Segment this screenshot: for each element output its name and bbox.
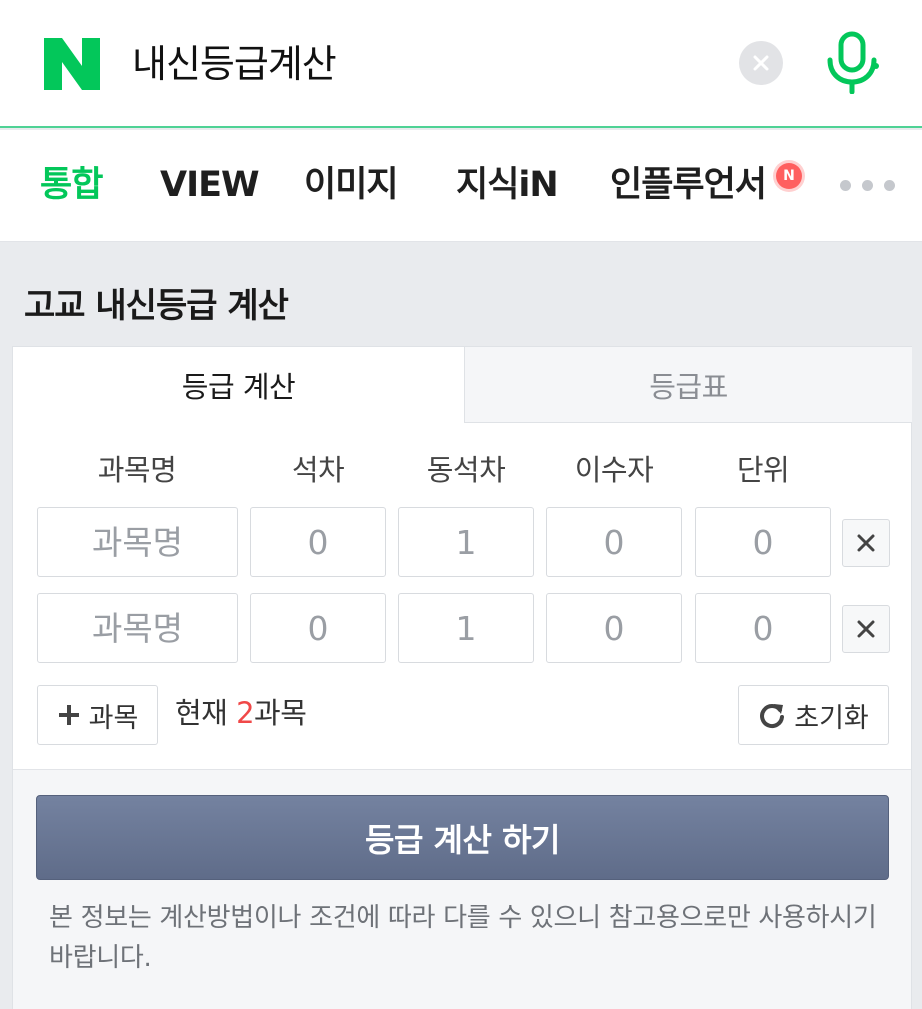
- subject-name-input[interactable]: [37, 507, 238, 577]
- add-subject-button[interactable]: 과목: [37, 685, 158, 745]
- tied-rank-input[interactable]: [398, 593, 534, 663]
- clear-search-button[interactable]: [739, 41, 783, 85]
- tab-images[interactable]: 이미지: [304, 162, 399, 208]
- tab-view[interactable]: VIEW: [160, 162, 260, 208]
- subject-count-prefix: 현재: [175, 696, 237, 730]
- search-header: 내신등급계산: [0, 0, 922, 128]
- new-badge: N: [776, 163, 802, 189]
- tied-rank-input[interactable]: [398, 507, 534, 577]
- refresh-icon: [760, 704, 785, 729]
- column-header-students: 이수자: [574, 453, 654, 487]
- close-icon: [857, 534, 875, 552]
- delete-row-button[interactable]: [842, 605, 890, 653]
- search-query-text[interactable]: 내신등급계산: [132, 36, 337, 92]
- delete-row-button[interactable]: [842, 519, 890, 567]
- tab-knowledge-in[interactable]: 지식iN: [456, 162, 559, 208]
- close-icon: [857, 620, 875, 638]
- add-subject-label: 과목: [88, 702, 139, 734]
- units-input[interactable]: [695, 507, 831, 577]
- search-tabs: 통합 VIEW 이미지 지식iN 인플루언서 N: [0, 130, 922, 242]
- section-title: 고교 내신등급 계산: [24, 286, 289, 326]
- naver-logo-icon[interactable]: [44, 38, 100, 90]
- disclaimer-notice: 본 정보는 계산방법이나 조건에 따라 다를 수 있으니 참고용으로만 사용하시…: [49, 903, 877, 973]
- tab-integrated[interactable]: 통합: [40, 162, 103, 208]
- tab-influencer[interactable]: 인플루언서: [610, 162, 767, 208]
- calculate-grade-button[interactable]: 등급 계산 하기: [36, 795, 889, 880]
- reset-label: 초기화: [794, 702, 869, 734]
- rank-input[interactable]: [250, 507, 386, 577]
- rank-input[interactable]: [250, 593, 386, 663]
- units-input[interactable]: [695, 593, 831, 663]
- calculator-footer: 등급 계산 하기 본 정보는 계산방법이나 조건에 따라 다를 수 있으니 참고…: [13, 769, 911, 1009]
- plus-icon: [58, 705, 79, 725]
- students-input[interactable]: [546, 593, 682, 663]
- microphone-icon: [827, 31, 879, 95]
- reset-button[interactable]: 초기화: [738, 685, 889, 745]
- subject-count-value: 2: [236, 696, 255, 730]
- students-input[interactable]: [546, 507, 682, 577]
- subject-name-input[interactable]: [37, 593, 238, 663]
- close-icon: [753, 55, 769, 71]
- voice-search-button[interactable]: [822, 30, 882, 95]
- more-tabs-icon[interactable]: [840, 180, 900, 192]
- subject-count-suffix: 과목: [254, 696, 307, 730]
- subject-count: 현재 2과목: [175, 693, 307, 733]
- column-header-rank: 석차: [291, 453, 345, 487]
- column-header-units: 단위: [736, 453, 790, 487]
- tab-grade-table[interactable]: 등급표: [464, 347, 912, 423]
- grade-calculator-card: 등급 계산 등급표 과목명 석차 동석차 이수자 단위 과목 현재 2과목 초: [12, 346, 912, 1009]
- column-header-subject: 과목명: [97, 453, 177, 487]
- tab-grade-calculation[interactable]: 등급 계산: [13, 347, 464, 423]
- column-header-tied-rank: 동석차: [426, 453, 506, 487]
